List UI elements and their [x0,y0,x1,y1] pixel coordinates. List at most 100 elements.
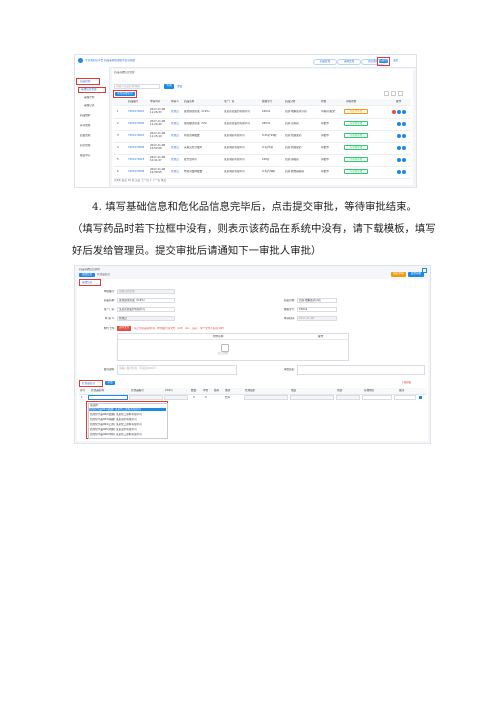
sidebar-item-base[interactable]: 基础信息管理 [81,88,105,91]
dropdown-item-5[interactable]: 危险化学品005(丙酮) 某某试剂有限公司 [90,428,166,431]
grid-use-input[interactable] [336,395,360,400]
dropdown-item-4[interactable]: 危险化学品004(乙醇) 某某化工原料有限公司 [90,423,166,426]
cell-name: 葡萄糖注射液（5%） [184,122,209,125]
search-input[interactable]: 请输入药品名称/编码 [114,84,160,89]
grid-col-store: 储存 [214,389,220,392]
main-panel: 药品基础信息管理 请输入药品名称/编码 查询 重置 新增基础信息 药品编号 申请… [112,69,413,185]
sidebar-item-plan[interactable]: 采购计划 [84,96,106,99]
download-template-link[interactable]: 下载模板 [401,381,425,384]
tab-basic[interactable]: 基础信息 [79,273,95,277]
sidebar-item-quality[interactable]: 质量管理 [80,134,106,137]
dropdown-header[interactable]: 请选择 [90,404,166,407]
field-date-input[interactable]: 2017-11-08 [297,316,337,321]
refresh-icon[interactable] [384,91,389,96]
cell-person[interactable]: 管理员 [171,146,179,149]
add-row-button[interactable]: 添加 [105,381,115,385]
app-header: 全药源药房平台 药品采购管理服务信息系统 药品管理 采购管理 消息通知 药品管理… [75,55,416,68]
cell-maker: 某某药业股份有限公司 [224,122,250,125]
sidebar-item-maint[interactable]: 药品维护 [80,114,106,117]
field-doc-input[interactable]: 系统自动生成 [117,289,175,294]
grid-col-conc: 浓度 [291,389,297,392]
field-spec-label: 规格型号: [283,308,295,311]
grid-name-select[interactable] [88,395,128,400]
cell-maker: 某某药业股份有限公司 [224,110,250,113]
field-name-input[interactable]: 氯化钠注射液（0.9%） [117,298,175,303]
view-icon[interactable] [402,122,406,126]
dropdown-list[interactable]: 请选择 危险化学品001(硫酸) 某某化工原料有限公司 危险化学品002(盐酸)… [88,403,168,439]
cell-cat: 西药-抗感染药 [285,146,302,149]
tab-hazard[interactable]: 危化品信息 [97,273,115,277]
edit-icon[interactable] [397,146,401,150]
field-spec-input[interactable]: 100ml [297,307,337,312]
grid-level-input[interactable] [244,395,288,400]
col-time: 申请时间 [150,100,161,103]
dropdown-item-1[interactable]: 危险化学品001(硫酸) 某某化工原料有限公司 [89,408,166,412]
tab-label[interactable]: 药品基础信息管理 [114,71,174,74]
cell-person[interactable]: 管理员 [171,134,179,137]
cell-code[interactable]: YP20170904 [128,146,144,149]
logout-link[interactable]: 退出 [393,59,411,62]
columns-icon[interactable] [391,91,396,96]
query-button[interactable]: 查询 [164,84,174,89]
view-icon[interactable] [402,146,406,150]
grid-conc-input[interactable] [290,395,334,400]
dropdown-item-6[interactable]: 危险化学品006(甲醇) 某某化工原料有限公司 [90,433,166,436]
edit-icon[interactable] [397,110,401,114]
cell-person[interactable]: 管理员 [171,122,179,125]
edit-icon[interactable] [397,158,401,162]
save-draft-button[interactable]: 保存草稿 [391,272,406,277]
cell-code[interactable]: YP20170903 [128,134,144,137]
header-action-1[interactable]: 药品管理 [313,59,337,65]
reset-link[interactable]: 重置 [177,85,189,88]
grid-place-input[interactable] [362,395,392,400]
view-icon[interactable] [402,110,406,114]
pager[interactable]: 共6条 每页 10 条 首页 上一页 1 下一页 末页 [114,179,234,182]
add-button[interactable]: 新增基础信息 [115,92,135,96]
reviewer-label: 审批意见: [283,368,295,371]
sidebar-item-drug[interactable]: 药品管理 [80,80,100,83]
cell-time: 2017-11-08 10:52:06 [150,144,166,151]
cell-code[interactable]: YP20170905 [128,158,144,161]
remark-input[interactable]: 请输入备注信息（不超过200字） [117,365,237,375]
view-icon[interactable] [402,134,406,138]
sidebar-item-stock[interactable]: 库存管理 [80,124,106,127]
grid-remark-input[interactable] [394,395,416,400]
cell-code[interactable]: YP20170906 [128,170,144,173]
grid-cas-input[interactable] [164,395,188,400]
audit-status-badge: 待审核审批 [344,133,368,139]
grid-store-value[interactable]: 仓库 [225,396,230,399]
section1-title: 基础信息 [82,281,93,284]
cell-person[interactable]: 管理员 [171,170,179,173]
cell-person[interactable]: 管理员 [171,110,179,113]
grid-col-cas: CAS号 [165,389,173,392]
sidebar-item-pharmacy[interactable]: 药房管理 [80,144,106,147]
view-icon[interactable] [402,158,406,162]
cell-code[interactable]: YP20170902 [128,122,144,125]
edit-icon[interactable] [397,122,401,126]
field-maker-input[interactable]: 某某药业股份有限公司 [117,307,175,312]
dropdown-item-2[interactable]: 危险化学品002(盐酸) 某某化工原料有限公司 [90,413,166,416]
upload-button[interactable]: 选择文件 [117,326,131,331]
field-cat-input[interactable]: 西药-电解质调节药 [297,298,337,303]
field-applicant-input[interactable]: 管理员 [117,316,175,321]
grid-qty-value[interactable]: 0 [193,396,195,399]
submit-button[interactable]: 提交审批 [408,272,424,277]
edit-icon[interactable] [397,170,401,174]
header-action-2[interactable]: 采购管理 [337,59,361,65]
grid-code-input[interactable] [129,395,163,400]
dropdown-item-3[interactable]: 危险化学品003(硝酸) 某某试剂有限公司 [90,418,166,421]
sidebar-item-record[interactable]: 采购记录 [84,104,106,107]
sidebar-item-report[interactable]: 报表中心 [80,154,106,157]
delete-icon[interactable] [392,110,396,114]
export-icon[interactable] [398,91,403,96]
cell-spec: 250ml [262,122,271,125]
reviewer-input[interactable] [297,365,425,375]
cell-person[interactable]: 管理员 [171,158,179,161]
grid-unit-value[interactable]: 0 [205,396,207,399]
cell-time: 2017-11-08 11:24:40 [150,120,166,127]
edit-icon[interactable] [397,134,401,138]
row-delete-icon[interactable] [419,396,422,399]
cell-code[interactable]: YP20170901 [128,110,144,113]
header-active-button[interactable]: 药品管理 [379,59,388,63]
view-icon[interactable] [402,170,406,174]
